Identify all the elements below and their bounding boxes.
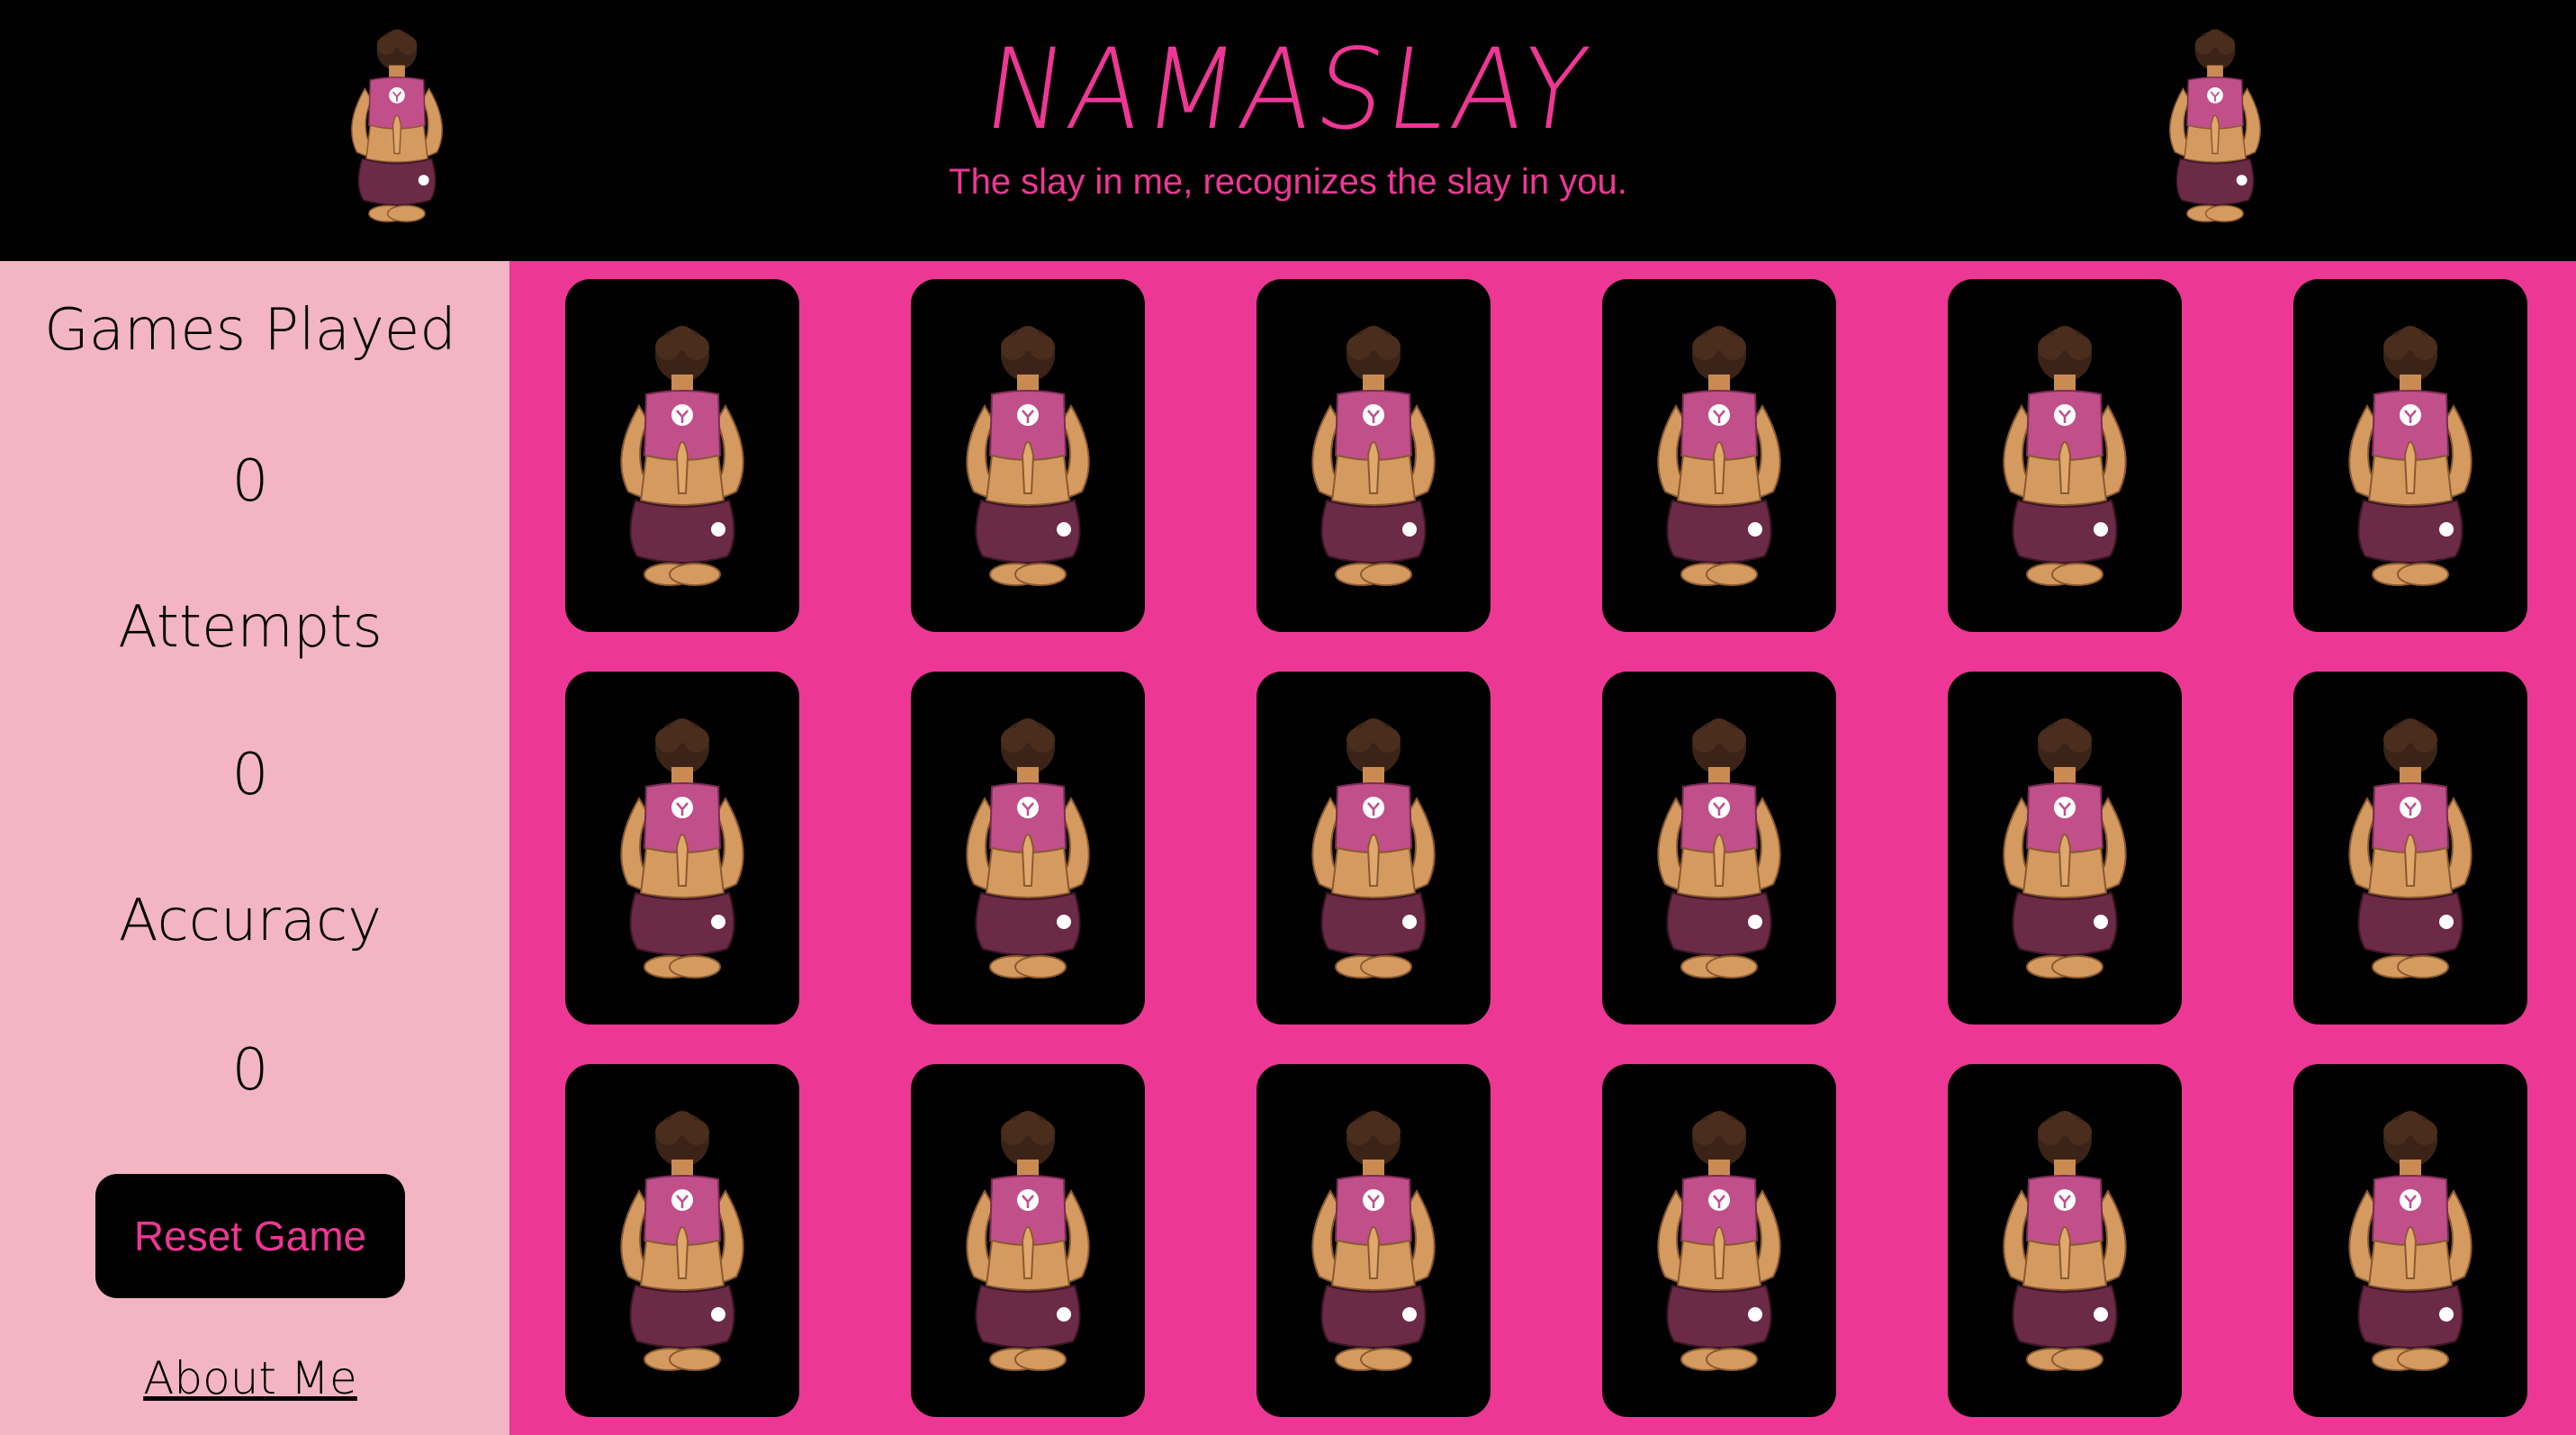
memory-card[interactable] bbox=[2293, 1064, 2527, 1417]
memory-card[interactable] bbox=[1602, 672, 1836, 1024]
memory-card[interactable] bbox=[1948, 279, 2182, 632]
meditating-woman-icon bbox=[1283, 320, 1464, 600]
memory-card[interactable] bbox=[1256, 279, 1491, 632]
meditating-woman-icon bbox=[1975, 1106, 2155, 1385]
memory-card[interactable] bbox=[911, 672, 1145, 1024]
attempts-value: 0 bbox=[231, 742, 269, 808]
meditating-woman-icon bbox=[2320, 713, 2500, 992]
games-played-value: 0 bbox=[231, 448, 269, 515]
accuracy-value: 0 bbox=[231, 1037, 269, 1104]
meditating-woman-icon bbox=[938, 1106, 1118, 1385]
meditating-woman-icon bbox=[938, 320, 1118, 600]
stats-sidebar: Games Played 0 Attempts 0 Accuracy 0 Res… bbox=[0, 261, 509, 1435]
memory-card[interactable] bbox=[911, 1064, 1145, 1417]
games-played-label: Games Played bbox=[44, 297, 456, 364]
meditating-woman-icon bbox=[1283, 713, 1464, 992]
meditating-woman-icon bbox=[938, 713, 1118, 992]
meditating-woman-icon bbox=[1975, 713, 2155, 992]
meditating-woman-icon bbox=[592, 1106, 772, 1385]
meditating-woman-icon bbox=[1629, 320, 1809, 600]
memory-card[interactable] bbox=[1948, 1064, 2182, 1417]
meditating-woman-icon bbox=[1629, 1106, 1809, 1385]
game-board bbox=[509, 261, 2576, 1435]
memory-card[interactable] bbox=[1256, 672, 1491, 1024]
namaslay-app: NAMASLAY The slay in me, recognizes the … bbox=[0, 0, 2576, 1435]
about-me-link[interactable]: About Me bbox=[0, 1352, 500, 1404]
meditating-woman-icon bbox=[2320, 1106, 2500, 1385]
memory-card[interactable] bbox=[565, 279, 799, 632]
memory-card[interactable] bbox=[565, 1064, 799, 1417]
accuracy-label: Accuracy bbox=[118, 888, 383, 954]
memory-card[interactable] bbox=[1602, 279, 1836, 632]
meditating-woman-icon bbox=[592, 320, 772, 600]
meditating-woman-icon bbox=[1629, 713, 1809, 992]
memory-card[interactable] bbox=[911, 279, 1145, 632]
meditating-woman-icon bbox=[1975, 320, 2155, 600]
memory-card[interactable] bbox=[565, 672, 799, 1024]
reset-game-button[interactable]: Reset Game bbox=[95, 1174, 405, 1298]
memory-card[interactable] bbox=[1256, 1064, 1491, 1417]
meditating-woman-icon bbox=[592, 713, 772, 992]
meditating-woman-icon bbox=[1283, 1106, 1464, 1385]
memory-card[interactable] bbox=[2293, 672, 2527, 1024]
memory-card[interactable] bbox=[1602, 1064, 1836, 1417]
meditating-woman-icon bbox=[2148, 25, 2283, 232]
memory-card[interactable] bbox=[1948, 672, 2182, 1024]
meditating-woman-icon bbox=[2320, 320, 2500, 600]
attempts-label: Attempts bbox=[118, 594, 383, 661]
header: NAMASLAY The slay in me, recognizes the … bbox=[0, 0, 2576, 261]
memory-card[interactable] bbox=[2293, 279, 2527, 632]
